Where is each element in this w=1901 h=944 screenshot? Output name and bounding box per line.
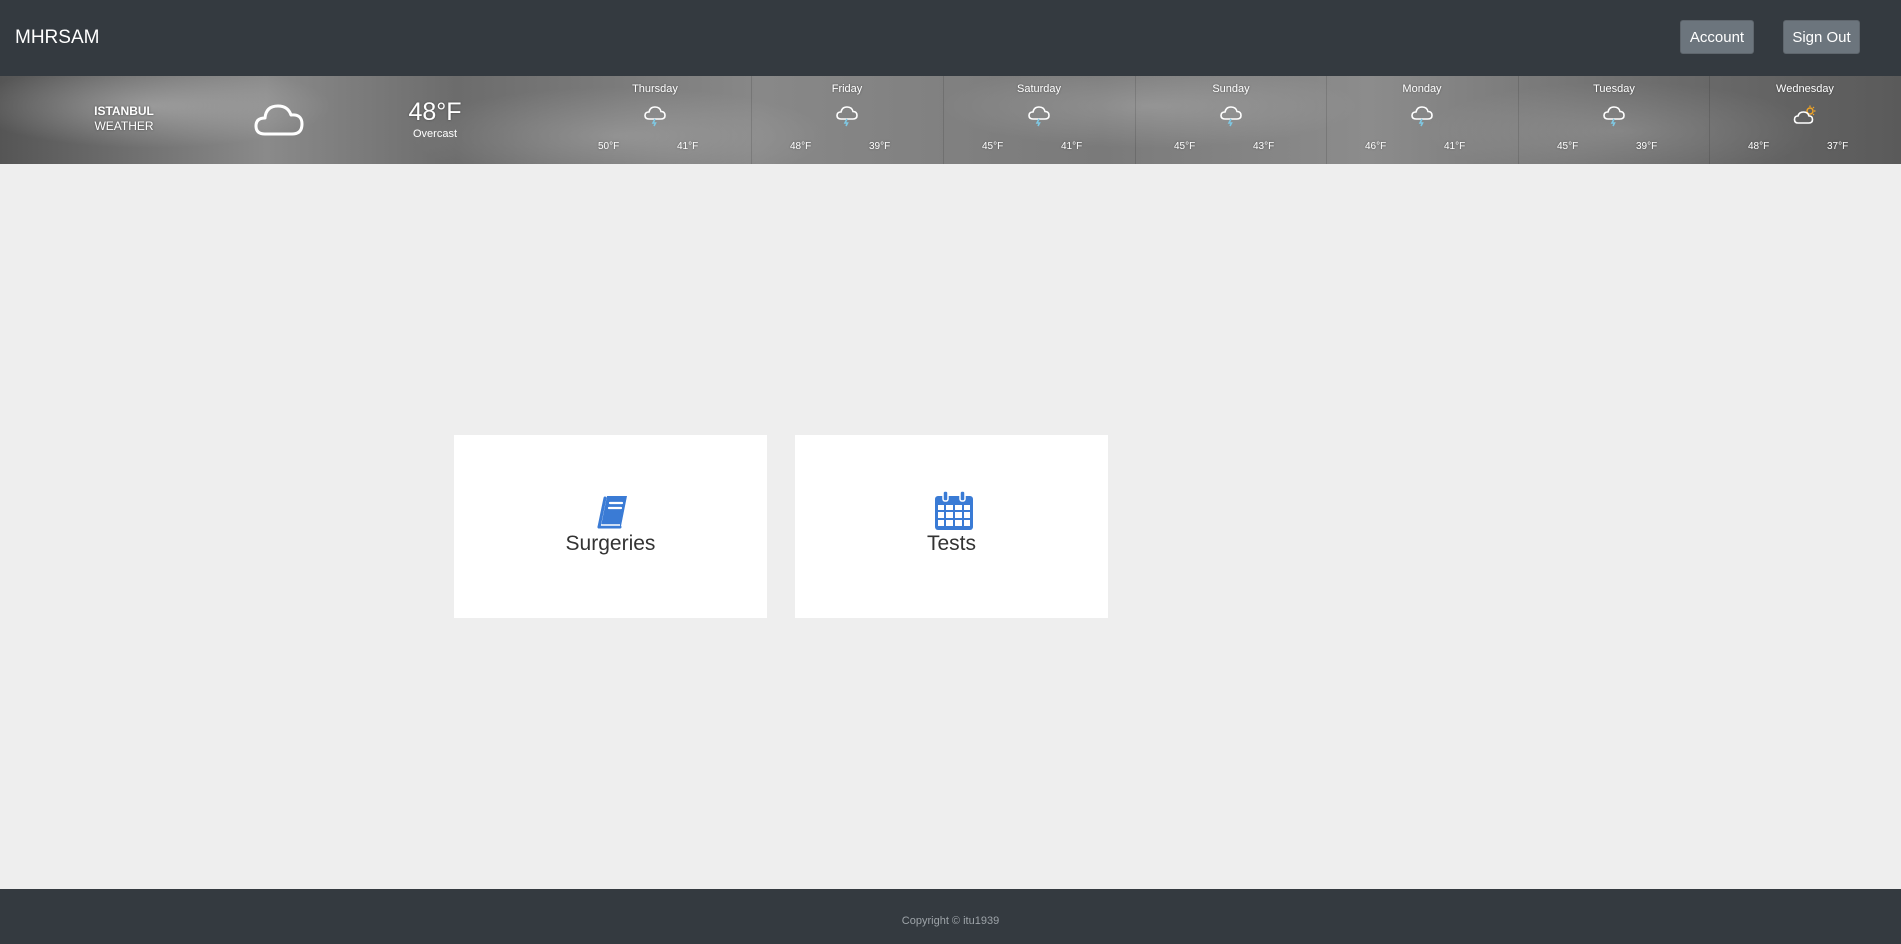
account-button[interactable]: Account: [1680, 20, 1754, 54]
surgeries-card[interactable]: Surgeries: [454, 435, 767, 618]
surgeries-label: Surgeries: [565, 532, 656, 555]
forecast-day: Monday 46°F 41°F: [1326, 76, 1518, 164]
forecast-high: 48°F: [1748, 141, 1770, 152]
weather-city: ISTANBUL: [94, 104, 154, 118]
forecast-low: 39°F: [1636, 141, 1658, 152]
current-temperature: 48°F: [408, 98, 462, 126]
forecast-day-name: Sunday: [1212, 83, 1250, 95]
top-navbar: MHRSAM Account Sign Out: [0, 0, 1901, 76]
forecast-low: 43°F: [1253, 141, 1275, 152]
rain-cloud-icon: [1220, 106, 1242, 127]
forecast-low: 39°F: [869, 141, 891, 152]
tests-label: Tests: [926, 532, 976, 555]
forecast-high: 45°F: [982, 141, 1004, 152]
forecast-day-name: Friday: [831, 83, 863, 95]
rain-cloud-icon: [836, 106, 858, 127]
forecast-day-name: Thursday: [632, 83, 678, 95]
forecast-low: 41°F: [1061, 141, 1083, 152]
forecast-high: 50°F: [598, 141, 620, 152]
tests-card[interactable]: Tests: [795, 435, 1108, 618]
weather-widget: ISTANBUL WEATHER 48°F Overcast Thursday …: [0, 76, 1901, 164]
cloud-icon: [254, 104, 304, 136]
weather-label: WEATHER: [94, 119, 154, 133]
current-condition: Overcast: [412, 128, 457, 140]
forecast-low: 37°F: [1827, 141, 1849, 152]
footer: Copyright © itu1939: [0, 889, 1901, 944]
forecast-low: 41°F: [677, 141, 699, 152]
forecast-day-name: Monday: [1402, 83, 1442, 95]
forecast-day: Sunday 45°F 43°F: [1135, 76, 1327, 164]
forecast-day-name: Tuesday: [1593, 83, 1635, 95]
book-icon: [597, 496, 627, 529]
rain-cloud-icon: [644, 106, 666, 127]
forecast-day: Tuesday 45°F 39°F: [1518, 76, 1710, 164]
partly-sunny-cloud-icon: [1793, 105, 1816, 124]
copyright-text: Copyright © itu1939: [901, 915, 1000, 927]
forecast-day: Friday 48°F 39°F: [751, 76, 943, 164]
forecast-high: 48°F: [790, 141, 812, 152]
calendar-icon: [935, 490, 973, 530]
sign-out-button[interactable]: Sign Out: [1783, 20, 1860, 54]
brand-logo-text[interactable]: MHRSAM: [15, 27, 99, 49]
forecast-low: 41°F: [1444, 141, 1466, 152]
forecast-high: 45°F: [1174, 141, 1196, 152]
rain-cloud-icon: [1603, 106, 1625, 127]
forecast-day-name: Wednesday: [1776, 83, 1834, 95]
forecast-day: Saturday 45°F 41°F: [943, 76, 1135, 164]
forecast-day-name: Saturday: [1016, 83, 1062, 95]
forecast-high: 45°F: [1557, 141, 1579, 152]
weather-location: ISTANBUL WEATHER: [74, 104, 174, 134]
forecast-high: 46°F: [1365, 141, 1387, 152]
rain-cloud-icon: [1028, 106, 1050, 127]
forecast-day: Wednesday 48°F 37°F: [1709, 76, 1901, 164]
rain-cloud-icon: [1411, 106, 1433, 127]
forecast-day: Thursday 50°F 41°F: [559, 76, 751, 164]
